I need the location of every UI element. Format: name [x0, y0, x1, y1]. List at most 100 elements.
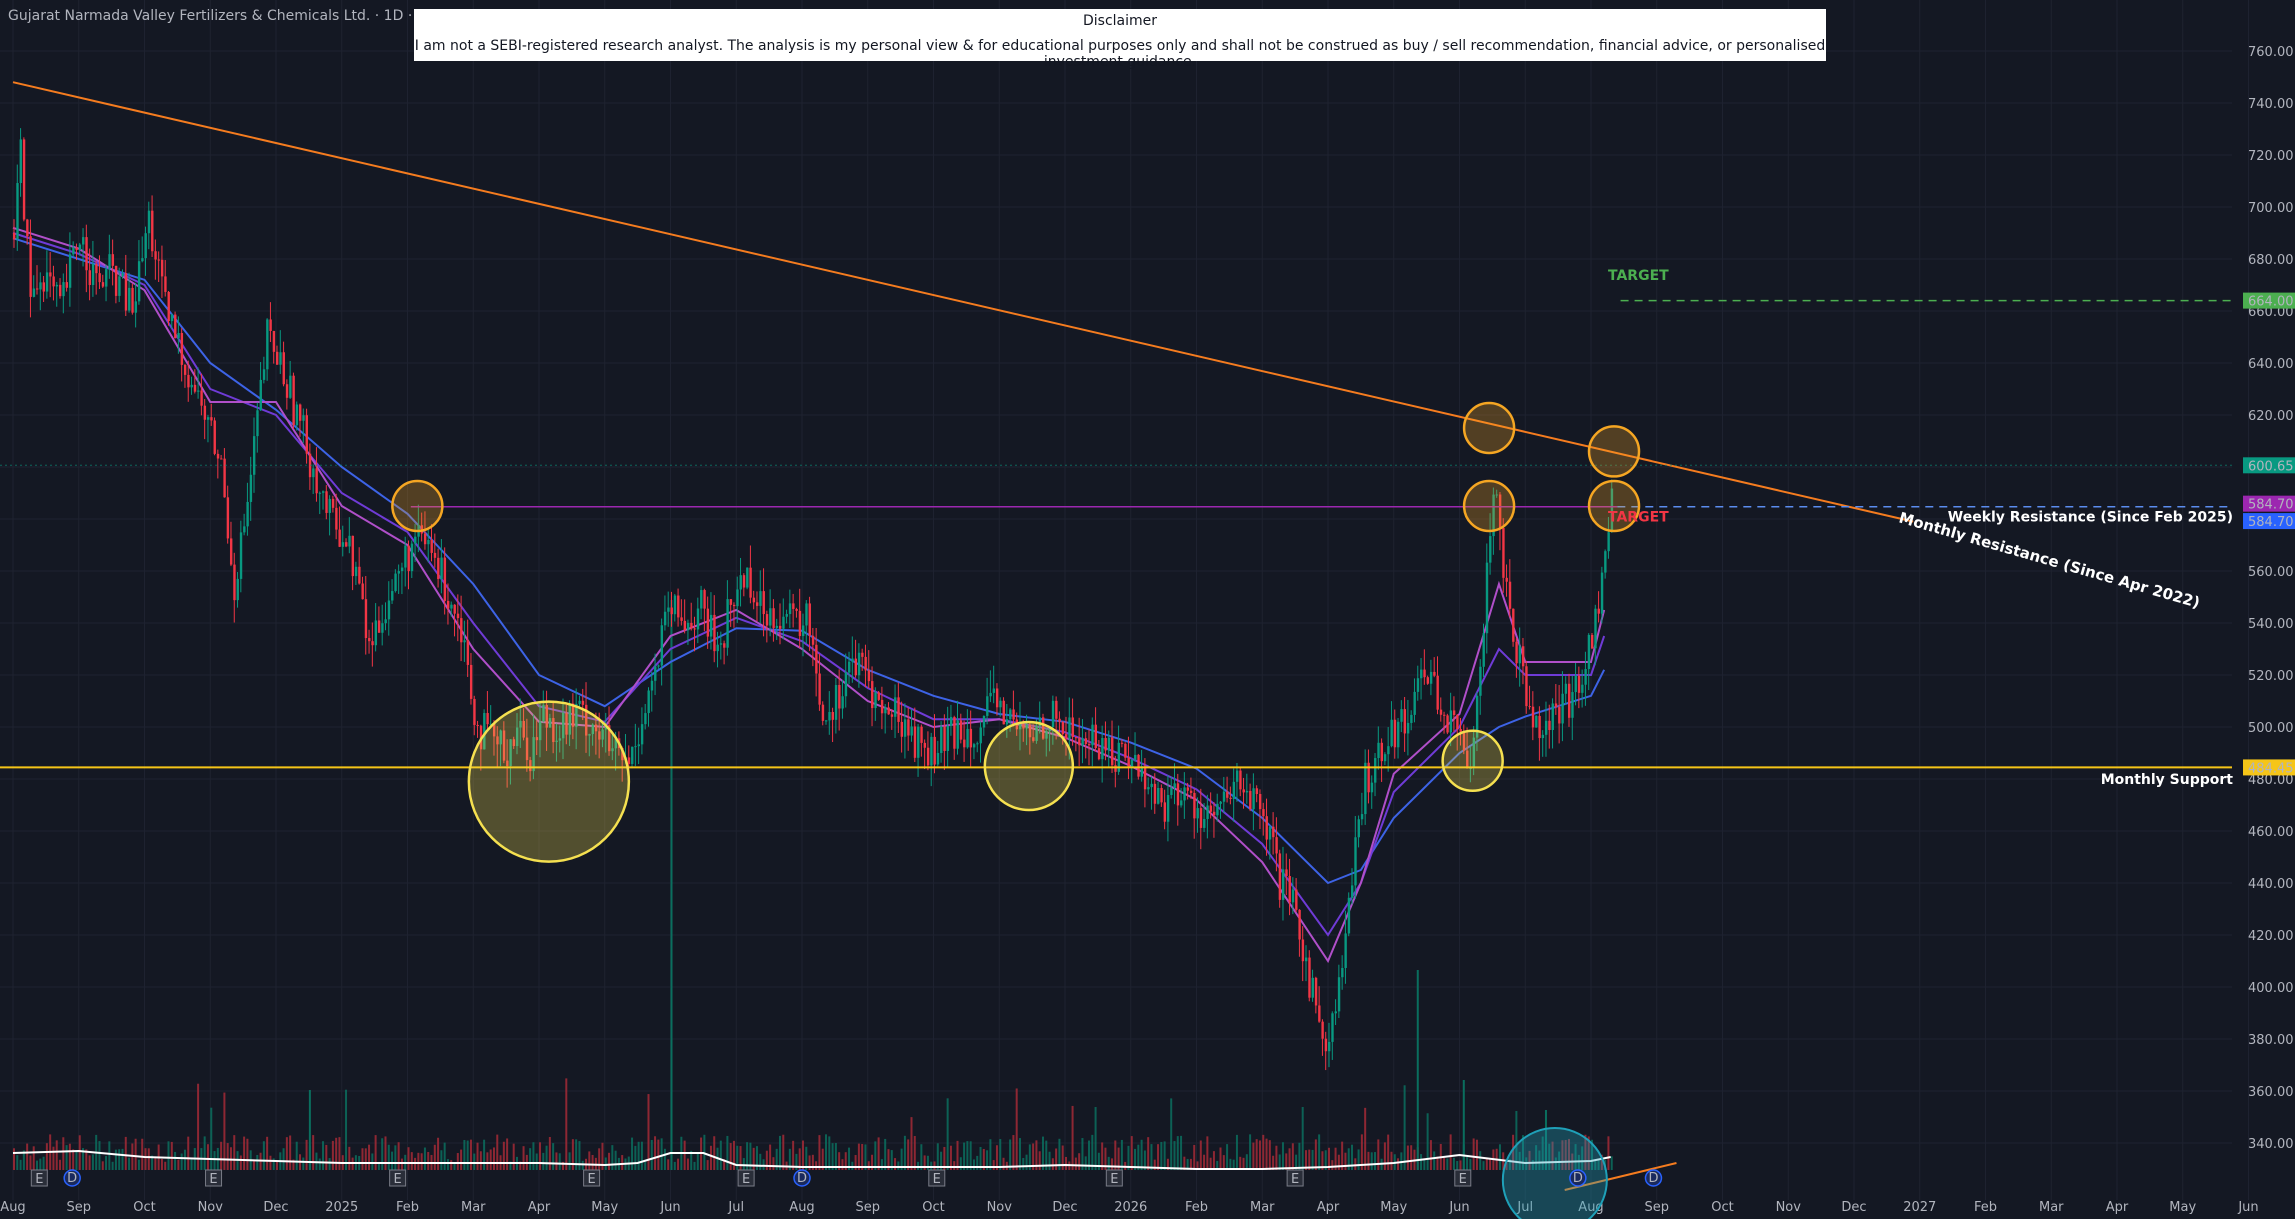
volume-bar: [1420, 1154, 1423, 1170]
candle-body: [785, 614, 788, 617]
candle-body: [137, 261, 141, 302]
candle-body: [13, 233, 16, 240]
candle-body: [322, 491, 325, 493]
candle-body: [397, 571, 401, 574]
volume-bar: [322, 1141, 325, 1170]
candle-body: [144, 233, 147, 259]
volume-bar: [1252, 1142, 1255, 1170]
volume-bar: [802, 1140, 804, 1170]
volume-bar: [778, 1135, 781, 1170]
x-tick-label: Feb: [396, 1200, 419, 1215]
candle-body: [792, 603, 795, 609]
volume-bar: [105, 1155, 108, 1170]
candle-body: [1157, 787, 1160, 804]
price-chart[interactable]: 760.00740.00720.00700.00680.00660.00640.…: [0, 0, 2295, 1219]
candle-body: [269, 319, 272, 331]
candle-body: [759, 591, 762, 606]
candle-body: [831, 711, 834, 720]
candle-body: [1074, 737, 1078, 739]
volume-bar: [663, 1148, 666, 1170]
volume-bar: [1018, 1138, 1021, 1170]
volume-bar: [496, 1134, 499, 1170]
candle-body: [374, 620, 378, 646]
weekly-resistance-tag-2: 584.70: [2248, 515, 2294, 530]
candle-body: [887, 707, 890, 715]
candle-body: [246, 501, 249, 527]
volume-bar: [460, 1149, 463, 1170]
candle-body: [197, 390, 200, 392]
candle-body: [68, 254, 72, 288]
candle-body: [739, 575, 742, 590]
volume-bar: [476, 1142, 479, 1170]
volume-bar: [621, 1155, 624, 1170]
volume-bar: [506, 1138, 509, 1170]
candle-body: [1268, 826, 1272, 840]
candle-body: [1564, 683, 1568, 694]
candle-body: [1107, 737, 1111, 751]
candle-body: [1088, 744, 1091, 746]
candle-body: [75, 247, 78, 250]
candle-body: [1137, 754, 1140, 777]
candle-body: [134, 301, 138, 313]
volume-bar: [1459, 1160, 1462, 1170]
candle-body: [1203, 818, 1206, 828]
volume-bar: [936, 1143, 939, 1170]
volume-bar: [443, 1142, 446, 1170]
volume-bar: [1180, 1135, 1183, 1170]
candle-body: [348, 535, 351, 547]
candle-body: [45, 272, 49, 292]
volume-bar: [713, 1136, 716, 1170]
volume-bar: [548, 1136, 551, 1170]
volume-bar: [502, 1141, 505, 1170]
volume-bar: [387, 1144, 390, 1170]
candle-body: [453, 604, 456, 614]
volume-bar: [62, 1137, 65, 1170]
candle-body: [131, 287, 134, 313]
candle-body: [82, 237, 85, 245]
volume-bar: [114, 1149, 117, 1170]
volume-bar: [884, 1138, 887, 1170]
earnings-marker-label: E: [209, 1172, 217, 1187]
candle-body: [1180, 800, 1183, 806]
highlight-circle-5: [1462, 479, 1516, 533]
candle-body: [98, 273, 101, 283]
candle-body: [1604, 551, 1607, 573]
volume-bar: [614, 1150, 617, 1170]
candle-body: [1452, 710, 1456, 716]
candle-body: [749, 567, 752, 598]
volume-bar: [736, 1145, 739, 1170]
volume-bar: [1097, 1152, 1100, 1170]
candle-body: [693, 628, 696, 630]
candle-body: [460, 618, 463, 643]
volume-bar: [141, 1138, 144, 1170]
y-tick-label: 340.00: [2248, 1137, 2294, 1152]
volume-bar: [1357, 1149, 1360, 1170]
volume-bar: [667, 1159, 670, 1170]
earnings-marker-label: E: [1291, 1172, 1299, 1187]
dividend-marker-label: D: [1573, 1171, 1583, 1186]
volume-bar: [1235, 1134, 1238, 1170]
volume-bar: [1426, 1113, 1429, 1170]
candle-body: [174, 314, 177, 339]
candle-body: [29, 236, 32, 297]
x-tick-label: Nov: [198, 1200, 224, 1215]
volume-bar: [371, 1153, 374, 1170]
volume-bar: [45, 1143, 48, 1170]
candle-body: [404, 545, 407, 568]
candle-body: [953, 717, 956, 749]
volume-bar: [903, 1135, 906, 1170]
candle-body: [1281, 869, 1285, 900]
volume-bar: [13, 1148, 15, 1170]
candle-body: [476, 724, 479, 726]
candle-body: [719, 643, 723, 645]
y-tick-label: 360.00: [2248, 1085, 2294, 1100]
candle-body: [930, 736, 933, 766]
volume-bar: [1456, 1160, 1459, 1170]
candle-body: [266, 319, 269, 370]
volume-bar: [552, 1143, 555, 1170]
candle-body: [703, 590, 706, 609]
volume-bar: [644, 1161, 647, 1170]
candle-body: [1262, 809, 1265, 817]
volume-bar: [841, 1159, 844, 1170]
candle-body: [805, 603, 808, 626]
